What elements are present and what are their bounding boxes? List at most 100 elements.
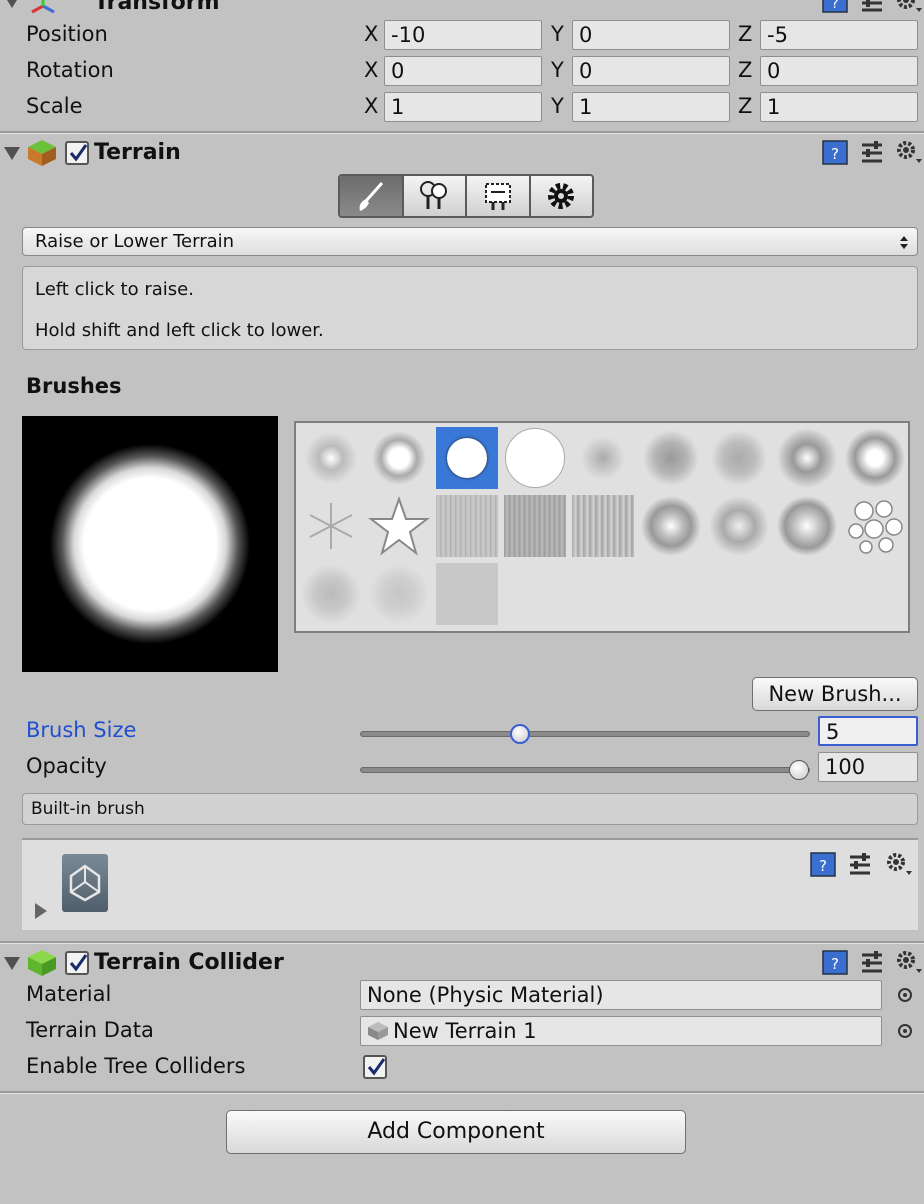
position-z-field[interactable]: -5 (760, 20, 918, 50)
brush-cloud[interactable] (844, 427, 906, 489)
brush-rocks-2[interactable] (368, 563, 430, 625)
scale-x-field[interactable]: 1 (384, 92, 542, 122)
terrain-mode-value: Raise or Lower Terrain (35, 231, 235, 252)
unity-logo-icon (69, 864, 101, 902)
material-field[interactable]: None (Physic Material) (360, 980, 882, 1010)
rotation-x-axis[interactable]: X (364, 58, 378, 82)
position-y-axis[interactable]: Y (551, 22, 564, 46)
star-shape (368, 495, 430, 556)
preset-sliders-icon[interactable] (860, 950, 884, 976)
preset-sliders-icon[interactable] (860, 0, 884, 14)
help-text-lower: Hold shift and left click to lower. (35, 320, 324, 341)
terrain-data-label: Terrain Data (26, 1018, 154, 1042)
opacity-label: Opacity (26, 754, 107, 778)
scale-y-axis[interactable]: Y (551, 94, 564, 118)
paintbrush-icon (359, 182, 383, 211)
bubbles-shape (848, 500, 903, 554)
brush-noise-1[interactable] (572, 427, 634, 489)
scale-x-axis[interactable]: X (364, 94, 378, 118)
brush-size-field[interactable]: 5 (818, 716, 918, 746)
brush-smudge[interactable] (436, 563, 498, 625)
svg-text:?: ? (819, 857, 827, 875)
scale-z-axis[interactable]: Z (738, 94, 752, 118)
brush-splat-2[interactable] (708, 495, 770, 557)
terrain-collider-icon (28, 950, 56, 976)
tree-colliders-label: Enable Tree Colliders (26, 1054, 246, 1078)
help-book-icon[interactable]: ? (822, 140, 848, 166)
opacity-knob[interactable] (789, 760, 809, 780)
brush-grid (294, 421, 910, 633)
position-x-field[interactable]: -10 (384, 20, 542, 50)
brush-soft-medium[interactable] (368, 427, 430, 489)
component-divider-highlight (0, 1093, 924, 1094)
brush-noise-3[interactable] (708, 427, 770, 489)
transform-foldout[interactable] (4, 0, 20, 8)
opacity-track[interactable] (360, 767, 810, 773)
brush-hard-circle (447, 438, 487, 478)
tool-place-trees[interactable] (404, 176, 467, 216)
brush-texture-2[interactable] (504, 495, 566, 557)
preset-sliders-icon[interactable] (848, 852, 872, 878)
terrain-mode-dropdown[interactable]: Raise or Lower Terrain (22, 227, 918, 256)
rotation-x-field[interactable]: 0 (384, 56, 542, 86)
terrain-help-box: Left click to raise. Hold shift and left… (22, 266, 918, 350)
expand-arrow-icon[interactable] (34, 902, 48, 920)
brush-rocks-1[interactable] (300, 563, 362, 625)
opacity-field[interactable]: 100 (818, 752, 918, 782)
transform-icon (31, 0, 55, 14)
rotation-z-field[interactable]: 0 (760, 56, 918, 86)
detail-icon (484, 183, 511, 210)
brush-hard-selected[interactable] (436, 427, 498, 489)
terrain-enabled-checkbox[interactable] (65, 141, 89, 165)
rotation-y-axis[interactable]: Y (551, 58, 564, 82)
brush-size-knob[interactable] (510, 724, 530, 744)
add-component-button[interactable]: Add Component (226, 1110, 686, 1154)
position-x-axis[interactable]: X (364, 22, 378, 46)
object-picker-icon[interactable] (896, 986, 914, 1004)
help-book-icon[interactable]: ? (822, 950, 848, 976)
object-picker-icon[interactable] (896, 1022, 914, 1040)
brush-hard-large[interactable] (504, 427, 566, 489)
position-y-field[interactable]: 0 (572, 20, 730, 50)
rotation-z-axis[interactable]: Z (738, 58, 752, 82)
terrain-collider-enabled-checkbox[interactable] (65, 951, 89, 975)
terrain-foldout[interactable] (4, 147, 20, 160)
brush-star-burst[interactable] (300, 495, 362, 557)
preset-sliders-icon[interactable] (860, 140, 884, 166)
brush-info-text: Built-in brush (31, 799, 145, 819)
brush-texture-3[interactable] (572, 495, 634, 557)
terrain-data-field[interactable]: New Terrain 1 (360, 1016, 882, 1046)
brush-size-track[interactable] (360, 731, 810, 737)
terrain-collider-foldout[interactable] (4, 957, 20, 970)
gear-menu-icon[interactable] (896, 140, 924, 166)
unity-logo-thumbnail (62, 854, 108, 912)
rotation-y-field[interactable]: 0 (572, 56, 730, 86)
brush-noise-4[interactable] (776, 427, 838, 489)
gear-menu-icon[interactable] (896, 0, 924, 14)
brush-noise-2[interactable] (640, 427, 702, 489)
help-book-icon[interactable]: ? (810, 852, 836, 878)
brush-splat-3[interactable] (776, 495, 838, 557)
star-burst-shape (309, 503, 353, 549)
tool-terrain-settings[interactable] (531, 176, 593, 216)
tool-raise-lower[interactable] (340, 176, 404, 216)
terrain-title: Terrain (94, 140, 181, 165)
new-brush-button[interactable]: New Brush... (752, 677, 918, 711)
tool-paint-details[interactable] (467, 176, 531, 216)
scale-y-field[interactable]: 1 (572, 92, 730, 122)
brush-star[interactable] (368, 495, 430, 557)
position-z-axis[interactable]: Z (738, 22, 752, 46)
terrain-data-object-panel: ? (22, 838, 918, 930)
gear-menu-icon[interactable] (886, 852, 914, 878)
material-label: Material (26, 982, 112, 1006)
brush-texture-1[interactable] (436, 495, 498, 557)
brush-soft-small[interactable] (300, 427, 362, 489)
terrain-data-asset-icon (368, 1022, 388, 1040)
brush-size-label: Brush Size (26, 718, 137, 742)
help-book-icon[interactable]: ? (822, 0, 848, 14)
tree-colliders-checkbox[interactable] (363, 1055, 387, 1079)
gear-menu-icon[interactable] (896, 950, 924, 976)
scale-z-field[interactable]: 1 (760, 92, 918, 122)
brush-bubbles[interactable] (844, 495, 906, 557)
brush-splat-1[interactable] (640, 495, 702, 557)
